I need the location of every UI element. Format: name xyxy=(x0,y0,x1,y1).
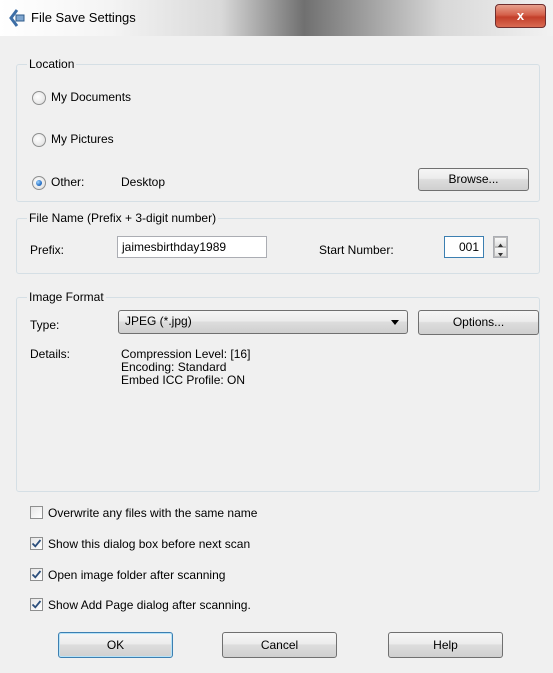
browse-button[interactable]: Browse... xyxy=(418,168,529,191)
radio-label-other: Other: xyxy=(51,175,85,189)
show-dialog-checkbox[interactable] xyxy=(30,537,43,550)
open-folder-checkbox-label: Open image folder after scanning xyxy=(48,568,226,582)
spinner-down-icon[interactable] xyxy=(494,247,507,257)
prefix-label: Prefix: xyxy=(30,243,65,257)
spinner-up-icon[interactable] xyxy=(494,237,507,247)
title-bar: File Save Settings x xyxy=(0,0,553,36)
window-title: File Save Settings xyxy=(31,10,136,25)
close-icon: x xyxy=(516,8,525,23)
options-button-label: Options... xyxy=(452,315,505,329)
radio-my-pictures[interactable] xyxy=(32,133,46,147)
overwrite-checkbox-label: Overwrite any files with the same name xyxy=(48,506,258,520)
scanner-icon xyxy=(9,9,25,27)
radio-label-my-documents: My Documents xyxy=(51,90,132,104)
cancel-button-label: Cancel xyxy=(260,638,299,652)
browse-button-label: Browse... xyxy=(448,172,499,186)
options-button[interactable]: Options... xyxy=(418,310,539,335)
checkmark-icon xyxy=(31,570,42,579)
close-button[interactable]: x xyxy=(495,4,546,28)
start-number-label: Start Number: xyxy=(319,243,394,257)
ok-button[interactable]: OK xyxy=(58,632,173,658)
start-number-input[interactable]: 001 xyxy=(444,236,484,258)
chevron-down-icon xyxy=(391,320,399,325)
radio-label-my-pictures: My Pictures xyxy=(51,132,114,146)
type-select-value: JPEG (*.jpg) xyxy=(125,314,192,328)
help-button[interactable]: Help xyxy=(388,632,503,658)
add-page-checkbox[interactable] xyxy=(30,598,43,611)
show-dialog-checkbox-label: Show this dialog box before next scan xyxy=(48,537,251,551)
add-page-checkbox-label: Show Add Page dialog after scanning. xyxy=(48,598,251,612)
radio-other[interactable] xyxy=(32,176,46,190)
cancel-button[interactable]: Cancel xyxy=(222,632,337,658)
checkmark-icon xyxy=(31,539,42,548)
prefix-input[interactable]: jaimesbirthday1989 xyxy=(117,236,267,258)
image-format-group-title: Image Format xyxy=(27,290,106,304)
start-number-spinner[interactable] xyxy=(493,236,508,258)
other-location-value: Desktop xyxy=(121,175,166,189)
checkmark-icon xyxy=(31,600,42,609)
ok-button-label: OK xyxy=(106,638,125,652)
details-line: Encoding: Standard xyxy=(121,360,227,374)
radio-my-documents[interactable] xyxy=(32,91,46,105)
details-line: Compression Level: [16] xyxy=(121,347,251,361)
type-select[interactable]: JPEG (*.jpg) xyxy=(118,310,408,334)
overwrite-checkbox[interactable] xyxy=(30,506,43,519)
help-button-label: Help xyxy=(433,638,458,652)
type-label: Type: xyxy=(30,318,60,332)
file-name-group-title: File Name (Prefix + 3-digit number) xyxy=(27,211,219,225)
details-line: Embed ICC Profile: ON xyxy=(121,373,246,387)
location-group-title: Location xyxy=(27,57,77,71)
open-folder-checkbox[interactable] xyxy=(30,568,43,581)
details-label: Details: xyxy=(30,347,71,361)
